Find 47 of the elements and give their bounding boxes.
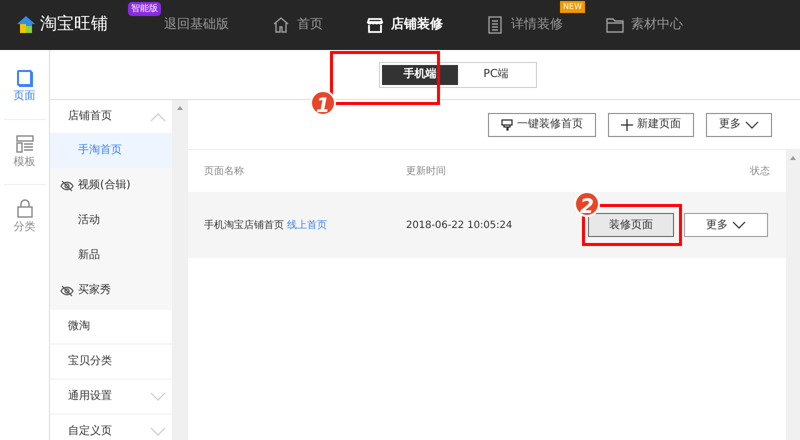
store-icon [365, 15, 385, 35]
sidebar-item[interactable]: 买家秀 [50, 273, 172, 308]
page-name: 手机淘宝店铺首页 线上首页 [204, 218, 328, 232]
rail-tab[interactable]: 模板 [4, 134, 46, 185]
table-scrollbar[interactable] [786, 150, 800, 440]
more-button[interactable]: 更多 [684, 213, 768, 237]
caret-icon [745, 120, 759, 128]
sidebar-item[interactable]: 新品 [50, 238, 172, 273]
new-badge: NEW [560, 1, 585, 13]
caret-icon [732, 221, 746, 229]
plus-icon [621, 118, 633, 130]
rail-tab[interactable]: 页面 [4, 68, 46, 120]
chevron-up-icon [150, 112, 166, 122]
device-tab[interactable]: PC端 [458, 64, 534, 84]
eye-off-icon [60, 284, 74, 296]
toolbar-button[interactable]: 新建页面 [608, 112, 694, 136]
column-header: 页面名称 [204, 164, 245, 178]
step-number-badge: 1 [310, 90, 336, 116]
sidebar-item[interactable]: 视频(合辑) [50, 168, 172, 203]
update-time: 2018-06-22 10:05:24 [406, 218, 514, 232]
brush-icon [501, 118, 513, 130]
toolbar-button[interactable]: 更多 [706, 112, 772, 136]
chevron-down-icon [150, 392, 166, 402]
edition-badge: 智能版 [128, 2, 161, 16]
nav-item[interactable]: 首页 [271, 15, 323, 35]
column-header: 状态 [750, 164, 770, 178]
bag-icon [14, 199, 34, 219]
home-icon [271, 15, 291, 35]
scroll-up-icon [790, 156, 796, 160]
template-icon [14, 134, 34, 154]
sidebar-item[interactable]: 活动 [50, 203, 172, 238]
nav-item[interactable]: 店铺装修 [365, 15, 443, 35]
chevron-down-icon [150, 426, 166, 436]
nav-item[interactable]: 退回基础版 [164, 15, 229, 35]
step-number-badge: 2 [574, 191, 600, 217]
brand-name: 淘宝旺铺 [40, 13, 108, 36]
logo-icon [16, 15, 36, 35]
scroll-up-icon [177, 106, 183, 110]
rail-tab[interactable]: 分类 [4, 199, 46, 250]
decorate-page-button[interactable]: 装修页面 [588, 213, 674, 237]
device-tab[interactable]: 手机端 [382, 64, 458, 84]
column-header: 更新时间 [406, 164, 447, 178]
eye-off-icon [60, 180, 74, 192]
nav-item[interactable]: 素材中心 [605, 15, 683, 35]
page-icon [14, 68, 34, 88]
sidebar-scrollbar[interactable] [172, 100, 188, 440]
toolbar-button[interactable]: 一键装修首页 [488, 112, 596, 136]
